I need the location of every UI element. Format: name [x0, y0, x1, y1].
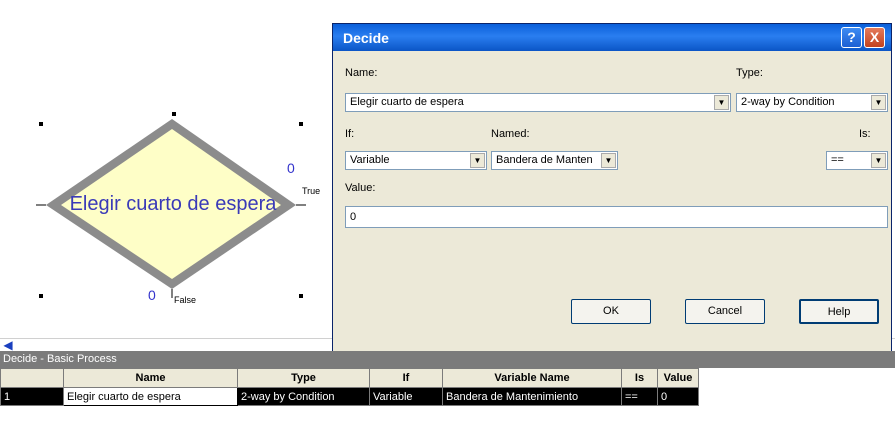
table-cell-value[interactable]: 0 — [657, 387, 699, 406]
name-value: Elegir cuarto de espera — [350, 96, 464, 108]
named-label: Named: — [491, 128, 530, 140]
scroll-left-arrow-icon[interactable]: ◀ — [1, 339, 15, 351]
chevron-down-icon[interactable]: ▼ — [871, 95, 886, 110]
column-header[interactable]: Value — [657, 368, 699, 388]
column-header[interactable]: Variable Name — [442, 368, 622, 388]
value-label: Value: — [345, 182, 376, 194]
is-select[interactable]: == ▼ — [826, 151, 888, 170]
table-row[interactable]: 1 Elegir cuarto de espera 2-way by Condi… — [0, 387, 699, 406]
if-label: If: — [345, 128, 355, 140]
column-header[interactable]: Is — [621, 368, 658, 388]
cancel-button[interactable]: Cancel — [685, 299, 765, 324]
row-number[interactable]: 1 — [0, 387, 64, 406]
dialog-title: Decide — [343, 30, 389, 46]
table-cell-if[interactable]: Variable — [369, 387, 443, 406]
spreadsheet-title: Decide - Basic Process — [0, 351, 895, 368]
row-number-header — [0, 368, 64, 388]
ok-button[interactable]: OK — [571, 299, 651, 324]
name-combobox[interactable]: Elegir cuarto de espera ▼ — [345, 93, 731, 112]
named-select[interactable]: Bandera de Manten ▼ — [491, 151, 618, 170]
false-counter: 0 — [148, 287, 156, 303]
spreadsheet-table: Name Type If Variable Name Is Value 1 El… — [0, 368, 699, 406]
close-icon[interactable]: X — [864, 27, 885, 48]
if-value: Variable — [350, 154, 390, 166]
name-label: Name: — [345, 67, 378, 79]
type-label: Type: — [736, 67, 763, 79]
chevron-down-icon[interactable]: ▼ — [714, 95, 729, 110]
chevron-down-icon[interactable]: ▼ — [871, 153, 886, 168]
decide-module-label: Elegir cuarto de espera — [69, 193, 277, 215]
help-button[interactable]: Help — [799, 299, 879, 324]
if-select[interactable]: Variable ▼ — [345, 151, 487, 170]
true-port-label: True — [302, 186, 321, 196]
is-label: Is: — [859, 128, 871, 140]
value-input[interactable]: 0 — [345, 206, 888, 228]
column-header[interactable]: Type — [237, 368, 370, 388]
table-cell-variable-name[interactable]: Bandera de Mantenimiento — [442, 387, 622, 406]
true-counter: 0 — [287, 160, 295, 176]
table-cell-is[interactable]: == — [621, 387, 658, 406]
is-value: == — [831, 154, 844, 166]
false-port-label: False — [174, 295, 197, 305]
decide-module-shape[interactable] — [0, 0, 330, 338]
type-select[interactable]: 2-way by Condition ▼ — [736, 93, 888, 112]
column-header[interactable]: Name — [63, 368, 238, 388]
column-header[interactable]: If — [369, 368, 443, 388]
table-cell-name[interactable]: Elegir cuarto de espera — [63, 387, 238, 406]
help-icon[interactable]: ? — [841, 27, 862, 48]
decide-dialog: Decide ? X Name: Elegir cuarto de espera… — [332, 23, 892, 353]
named-value: Bandera de Manten — [496, 154, 593, 166]
type-value: 2-way by Condition — [741, 96, 835, 108]
dialog-titlebar[interactable]: Decide ? X — [333, 24, 891, 51]
chevron-down-icon[interactable]: ▼ — [470, 153, 485, 168]
table-header-row: Name Type If Variable Name Is Value — [0, 368, 699, 388]
chevron-down-icon[interactable]: ▼ — [601, 153, 616, 168]
table-cell-type[interactable]: 2-way by Condition — [237, 387, 370, 406]
